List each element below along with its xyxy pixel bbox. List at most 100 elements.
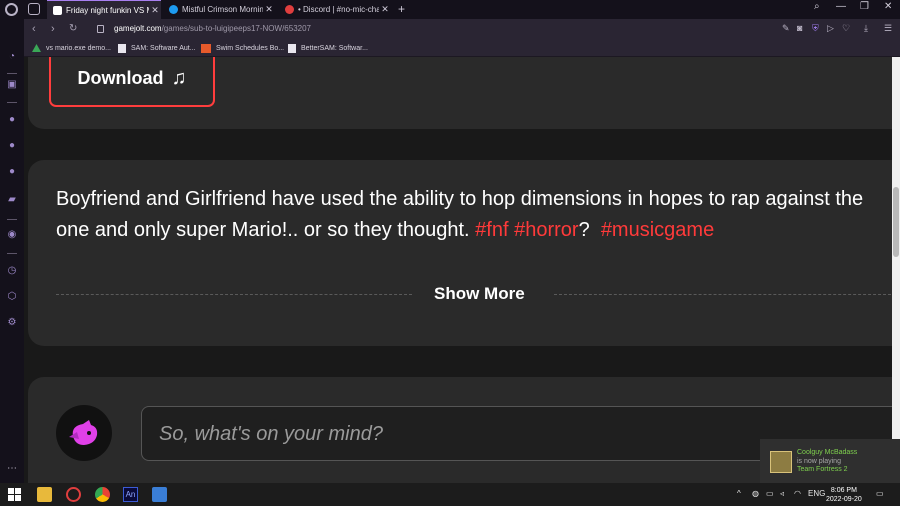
discord-favicon-icon bbox=[285, 5, 294, 14]
search-tabs-icon[interactable]: ⌕ bbox=[814, 1, 820, 12]
whatsapp-icon[interactable]: ● bbox=[6, 140, 18, 152]
bookmarks-bar: vs mario.exe demo... SAM: Software Aut..… bbox=[24, 41, 900, 57]
friend-status: is now playing bbox=[797, 458, 841, 465]
comment-input[interactable] bbox=[159, 419, 759, 449]
network-icon[interactable]: ◠ bbox=[794, 489, 801, 498]
page-icon bbox=[118, 44, 126, 53]
messenger-icon[interactable]: ● bbox=[6, 114, 18, 126]
tab-title: Friday night funkin VS Mar bbox=[66, 5, 149, 15]
user-avatar-icon bbox=[69, 420, 98, 445]
bookmark-label: vs mario.exe demo... bbox=[46, 44, 111, 52]
description-card: Boyfriend and Girlfriend have used the a… bbox=[28, 160, 892, 346]
tag-link[interactable]: #horror bbox=[514, 219, 578, 241]
close-icon[interactable]: ✕ bbox=[379, 4, 391, 15]
twitter-icon[interactable]: ● bbox=[6, 166, 18, 178]
drive-icon bbox=[32, 44, 41, 52]
tab-title: Mistful Crimson Morning ( bbox=[182, 5, 263, 14]
camera-icon[interactable]: ◙ bbox=[797, 23, 802, 33]
avatar[interactable] bbox=[56, 405, 112, 461]
steam-tray-icon[interactable]: ◍ bbox=[752, 489, 759, 498]
lock-icon[interactable] bbox=[97, 25, 104, 33]
shopping-bag-icon[interactable]: ▣ bbox=[6, 79, 18, 91]
friend-game: Team Fortress 2 bbox=[797, 466, 848, 473]
language-indicator[interactable]: ENG bbox=[808, 489, 825, 498]
notifications-icon[interactable]: ▭ bbox=[876, 489, 884, 498]
url-field[interactable]: gamejolt.com/games/sub-to-luigipeeps17-N… bbox=[114, 24, 311, 33]
sidebar-divider bbox=[7, 102, 17, 103]
player-icon[interactable]: ▷ bbox=[827, 23, 834, 34]
more-icon[interactable]: ⋯ bbox=[6, 463, 18, 475]
forward-icon[interactable]: › bbox=[51, 23, 55, 35]
browser-sidebar: ◔ ▣ ● ● ● ▰ ◉ ◷ ⬡ ⚙ ⋯ bbox=[0, 19, 24, 483]
bookmark-item[interactable]: Swim Schedules Bo... bbox=[201, 44, 284, 53]
tab-active[interactable]: Friday night funkin VS Mar ✕ bbox=[47, 0, 161, 19]
gx-corner-icon[interactable] bbox=[28, 3, 40, 15]
close-icon[interactable]: ✕ bbox=[263, 4, 275, 15]
menu-icon[interactable]: ☰ bbox=[884, 23, 892, 34]
player-icon[interactable]: ◉ bbox=[6, 229, 18, 241]
file-explorer-icon[interactable] bbox=[37, 487, 52, 502]
speed-dial-icon[interactable]: ◔ bbox=[6, 51, 18, 63]
bookmark-label: Swim Schedules Bo... bbox=[216, 45, 285, 52]
url-host: gamejolt.com bbox=[114, 24, 162, 33]
windows-start-icon[interactable] bbox=[7, 487, 22, 502]
history-icon[interactable]: ◷ bbox=[6, 265, 18, 277]
clock[interactable]: 8:06 PM 2022-09-20 bbox=[826, 486, 862, 504]
heart-icon[interactable]: ♡ bbox=[842, 23, 850, 34]
new-tab-icon[interactable]: + bbox=[398, 2, 405, 16]
opera-logo-icon[interactable] bbox=[5, 3, 18, 16]
app-icon[interactable] bbox=[152, 487, 167, 502]
chrome-icon[interactable] bbox=[95, 487, 110, 502]
reload-icon[interactable]: ↻ bbox=[69, 23, 77, 34]
clock-date: 2022-09-20 bbox=[826, 496, 862, 503]
close-window-icon[interactable]: ✕ bbox=[884, 1, 892, 12]
close-icon[interactable]: ✕ bbox=[149, 5, 161, 16]
taskbar: An ^ ◍ ▭ ◃ ◠ ENG 8:06 PM 2022-09-20 ▭ bbox=[0, 483, 900, 506]
url-path: /games/sub-to-luigipeeps17-NOW/653207 bbox=[161, 24, 311, 33]
bookmark-label: SAM: Software Aut... bbox=[131, 45, 196, 52]
cube-icon[interactable]: ⬡ bbox=[6, 291, 18, 303]
volume-icon[interactable]: ◃ bbox=[780, 489, 784, 498]
bookmark-label: BetterSAM: Softwar... bbox=[301, 45, 368, 52]
download-label: Download bbox=[77, 67, 164, 88]
friend-avatar bbox=[770, 451, 792, 473]
sidebar-divider bbox=[7, 219, 17, 220]
settings-icon[interactable]: ⚙ bbox=[6, 317, 18, 329]
tag-separator: ? bbox=[578, 219, 590, 241]
bookmark-item[interactable]: vs mario.exe demo... bbox=[32, 44, 111, 52]
rocket-icon bbox=[201, 44, 211, 53]
download-button[interactable]: Download ♫ bbox=[49, 57, 215, 107]
opera-gx-icon[interactable] bbox=[66, 487, 81, 502]
tab-discord[interactable]: • Discord | #no-mic-chat | ✕ bbox=[279, 0, 391, 19]
tag-link[interactable]: #fnf bbox=[475, 219, 508, 241]
tab-twitter[interactable]: Mistful Crimson Morning ( ✕ bbox=[163, 0, 275, 19]
edit-icon[interactable]: ✎ bbox=[782, 23, 790, 34]
page-scrollbar[interactable] bbox=[892, 57, 900, 483]
description-text: Boyfriend and Girlfriend have used the a… bbox=[56, 188, 864, 241]
dashed-divider bbox=[56, 294, 412, 295]
friend-name: Coolguy McBadass bbox=[797, 449, 858, 456]
bookmark-item[interactable]: BetterSAM: Softwar... bbox=[288, 44, 368, 53]
twitter-favicon-icon bbox=[169, 5, 178, 14]
friend-activity-toast[interactable]: Coolguy McBadass is now playing Team For… bbox=[760, 439, 900, 483]
game-description: Boyfriend and Girlfriend have used the a… bbox=[56, 184, 892, 246]
back-icon[interactable]: ‹ bbox=[32, 23, 36, 35]
address-bar: ‹ › ↻ gamejolt.com/games/sub-to-luigipee… bbox=[24, 19, 900, 41]
show-more-button[interactable]: Show More bbox=[434, 284, 525, 304]
dashed-divider bbox=[554, 294, 892, 295]
discord-icon[interactable]: ▰ bbox=[6, 194, 18, 206]
animate-icon[interactable]: An bbox=[123, 487, 138, 502]
tag-link[interactable]: #musicgame bbox=[601, 219, 714, 241]
tab-title: • Discord | #no-mic-chat | bbox=[298, 5, 379, 14]
bookmark-item[interactable]: SAM: Software Aut... bbox=[118, 44, 196, 53]
minimize-icon[interactable]: — bbox=[836, 1, 846, 12]
clock-time: 8:06 PM bbox=[830, 487, 857, 494]
battery-icon[interactable]: ▭ bbox=[766, 489, 774, 498]
restore-icon[interactable]: ❐ bbox=[860, 1, 869, 12]
vpn-shield-icon[interactable]: ⛨ bbox=[812, 23, 819, 34]
chevron-up-icon[interactable]: ^ bbox=[737, 489, 741, 498]
download-icon[interactable]: ⤓ bbox=[864, 23, 868, 34]
scrollbar-thumb[interactable] bbox=[893, 187, 899, 257]
page-content: Download ♫ Boyfriend and Girlfriend have… bbox=[24, 57, 892, 483]
gamejolt-favicon-icon bbox=[53, 5, 62, 15]
